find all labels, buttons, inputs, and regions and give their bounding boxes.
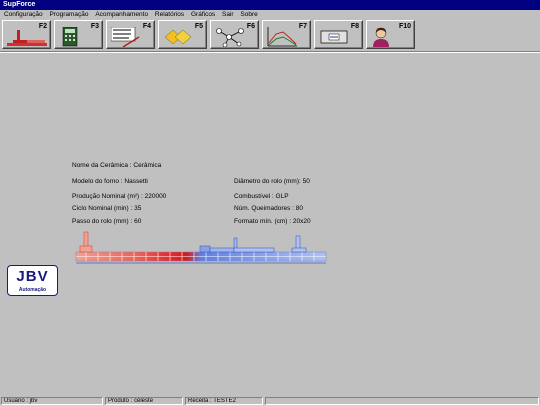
toolbar-button-f8[interactable]: F8 xyxy=(314,20,363,49)
info-ciclo-nominal: Ciclo Nominal (min) : 35 xyxy=(72,205,142,212)
menu-sobre[interactable]: Sobre xyxy=(240,10,257,19)
window-title: SupForce xyxy=(0,0,540,10)
info-producao-nominal: Produção Nominal (m²) : 220000 xyxy=(72,193,167,200)
toolbar-key-label: F7 xyxy=(298,23,307,30)
toolbar-button-f4[interactable]: F4 xyxy=(106,20,155,49)
calculator-icon xyxy=(62,27,78,47)
toolbar-key-label: F8 xyxy=(350,23,359,30)
toolbar-button-f7[interactable]: F7 xyxy=(262,20,311,49)
menu-graficos[interactable]: Gráficos xyxy=(191,10,215,19)
info-modelo-forno: Modelo do forno : Nassetti xyxy=(72,178,148,185)
status-receita: Receita : TESTE2 xyxy=(185,397,263,405)
toolbar-button-f3[interactable]: F3 xyxy=(54,20,103,49)
tiles-icon xyxy=(164,29,192,45)
info-diametro-rolo: Diâmetro do rolo (mm): 50 xyxy=(234,178,310,185)
status-bar: Usuário : jbv Produto : celeste Receita … xyxy=(0,396,540,405)
menu-configuracao[interactable]: Configuração xyxy=(4,10,43,19)
toolbar-key-label: F4 xyxy=(142,23,151,30)
info-nome-ceramica: Nome da Cerâmica : Cerâmica xyxy=(72,162,162,169)
menu-relatorios[interactable]: Relatórios xyxy=(155,10,184,19)
device-icon xyxy=(320,30,348,44)
menu-bar: Configuração Programação Acompanhamento … xyxy=(0,10,540,19)
menu-acompanhamento[interactable]: Acompanhamento xyxy=(95,10,148,19)
toolbar-key-label: F3 xyxy=(90,23,99,30)
toolbar-key-label: F6 xyxy=(246,23,255,30)
toolbar-separator xyxy=(0,51,540,53)
user-icon xyxy=(373,27,389,47)
toolbar: F2 F3 F4 F5 F6 F7 F8 F10 xyxy=(0,19,540,51)
logo-tagline: Automação xyxy=(18,287,47,293)
logo-name: JBV xyxy=(16,268,49,285)
toolbar-key-label: F5 xyxy=(194,23,203,30)
status-produto: Produto : celeste xyxy=(105,397,183,405)
network-icon xyxy=(216,28,244,47)
menu-sair[interactable]: Sair xyxy=(222,10,234,19)
info-passo-rolo: Passo do rolo (mm) : 60 xyxy=(72,218,142,225)
jbv-logo: JBV Automação xyxy=(7,265,58,296)
line-chart-icon xyxy=(267,27,297,47)
toolbar-button-f6[interactable]: F6 xyxy=(210,20,259,49)
info-queimadores: Núm. Queimadores : 80 xyxy=(234,205,304,212)
status-usuario: Usuário : jbv xyxy=(1,397,103,405)
menu-programacao[interactable]: Programação xyxy=(49,10,88,19)
toolbar-button-f10[interactable]: F10 xyxy=(366,20,415,49)
status-empty xyxy=(265,397,539,405)
toolbar-button-f2[interactable]: F2 xyxy=(2,20,51,49)
kiln-diagram xyxy=(75,231,327,264)
info-formato-min: Formato mín. (cm) : 20x20 xyxy=(234,218,311,225)
toolbar-button-f5[interactable]: F5 xyxy=(158,20,207,49)
parameters-icon xyxy=(111,27,140,47)
kiln-icon xyxy=(7,30,47,46)
info-combustivel: Combustível : GLP xyxy=(234,193,289,200)
